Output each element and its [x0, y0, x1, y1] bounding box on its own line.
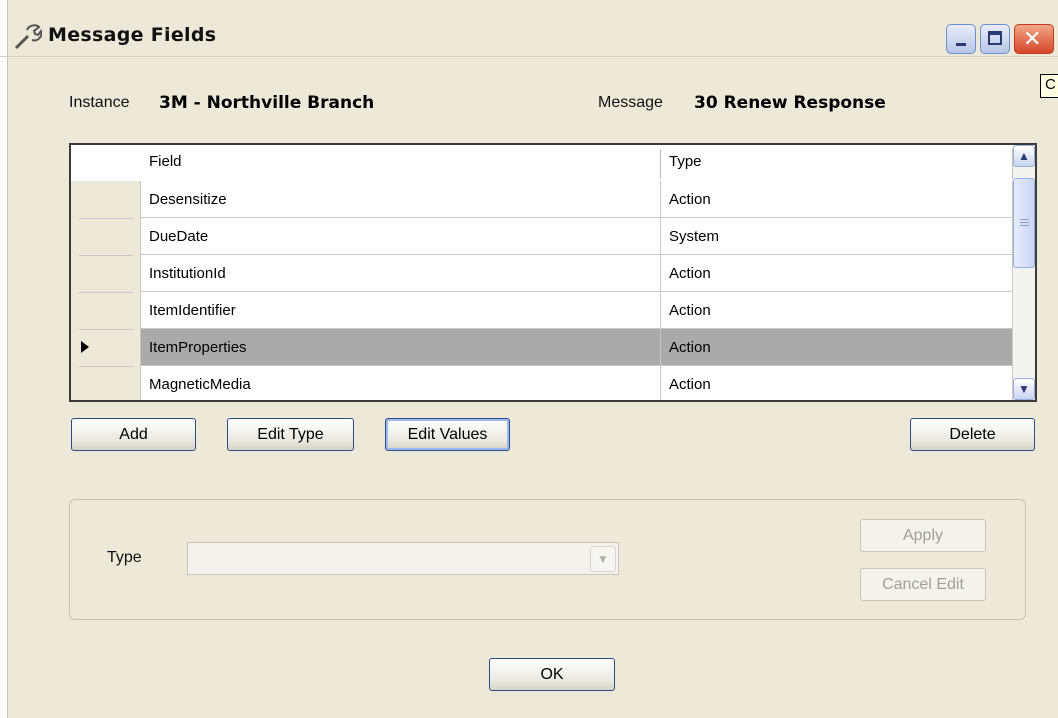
cell-type[interactable]: Action: [661, 292, 1013, 329]
scroll-down-button[interactable]: ▼: [1013, 378, 1035, 400]
grip-line: [1020, 219, 1029, 220]
scroll-thumb[interactable]: [1013, 178, 1035, 268]
cell-field-selected[interactable]: ItemProperties: [141, 329, 661, 366]
message-value: 30 Renew Response: [694, 93, 886, 113]
fields-grid[interactable]: Field Type Desensitize Action DueDate Sy…: [69, 143, 1037, 402]
chevron-down-icon: ▼: [1018, 382, 1030, 396]
cell-type[interactable]: System: [661, 218, 1013, 255]
edit-type-button[interactable]: Edit Type: [227, 418, 354, 451]
apply-button[interactable]: Apply: [860, 519, 986, 552]
type-label: Type: [107, 549, 142, 566]
chevron-up-icon: ▲: [1018, 149, 1030, 163]
window-title: Message Fields: [48, 24, 217, 46]
row-selector-divider: [79, 218, 133, 219]
instance-value: 3M - Northville Branch: [159, 93, 375, 113]
type-select[interactable]: ▼: [187, 542, 619, 575]
title-divider: [0, 56, 1058, 57]
maximize-button[interactable]: [980, 24, 1010, 54]
wrench-icon: [14, 24, 42, 50]
ok-button[interactable]: OK: [489, 658, 615, 691]
cell-field[interactable]: MagneticMedia: [141, 366, 661, 400]
delete-button[interactable]: Delete: [910, 418, 1035, 451]
row-selector-divider: [79, 366, 133, 367]
close-icon: ✕: [1023, 27, 1042, 52]
title-bar[interactable]: Message Fields ✕: [0, 0, 1058, 56]
cell-type[interactable]: Action: [661, 255, 1013, 292]
chevron-down-icon: ▼: [597, 552, 609, 566]
cell-type[interactable]: Action: [661, 366, 1013, 400]
scroll-up-button[interactable]: ▲: [1013, 145, 1035, 167]
cell-type-selected[interactable]: Action: [661, 329, 1013, 366]
type-select-dropdown-button[interactable]: ▼: [590, 546, 616, 572]
column-header-type[interactable]: Type: [661, 149, 1013, 179]
cell-field[interactable]: DueDate: [141, 218, 661, 255]
vertical-scrollbar[interactable]: ▲ ▼: [1013, 145, 1035, 400]
row-selector-divider: [79, 255, 133, 256]
minimize-icon: [956, 43, 966, 46]
edit-values-button[interactable]: Edit Values: [385, 418, 510, 451]
cell-field[interactable]: InstitutionId: [141, 255, 661, 292]
grip-line: [1020, 225, 1029, 226]
minimize-button[interactable]: [946, 24, 976, 54]
row-selector-column: [71, 181, 141, 400]
window-left-border: [0, 0, 8, 718]
column-header-field[interactable]: Field: [141, 149, 661, 179]
tooltip-fragment: C: [1040, 74, 1058, 98]
add-button[interactable]: Add: [71, 418, 196, 451]
maximize-icon: [988, 31, 1002, 45]
cell-type[interactable]: Action: [661, 181, 1013, 218]
cell-field[interactable]: Desensitize: [141, 181, 661, 218]
instance-label: Instance: [69, 94, 130, 111]
row-selector-divider: [79, 292, 133, 293]
message-label: Message: [598, 94, 663, 111]
cell-field[interactable]: ItemIdentifier: [141, 292, 661, 329]
close-button[interactable]: ✕: [1014, 24, 1054, 54]
current-row-arrow-icon: [81, 341, 89, 353]
grip-line: [1020, 222, 1029, 223]
message-fields-window: Message Fields ✕ C Instance 3M - Northvi…: [0, 0, 1058, 718]
row-selector-divider: [79, 329, 133, 330]
cancel-edit-button[interactable]: Cancel Edit: [860, 568, 986, 601]
grid-header: Field Type: [71, 145, 1035, 182]
